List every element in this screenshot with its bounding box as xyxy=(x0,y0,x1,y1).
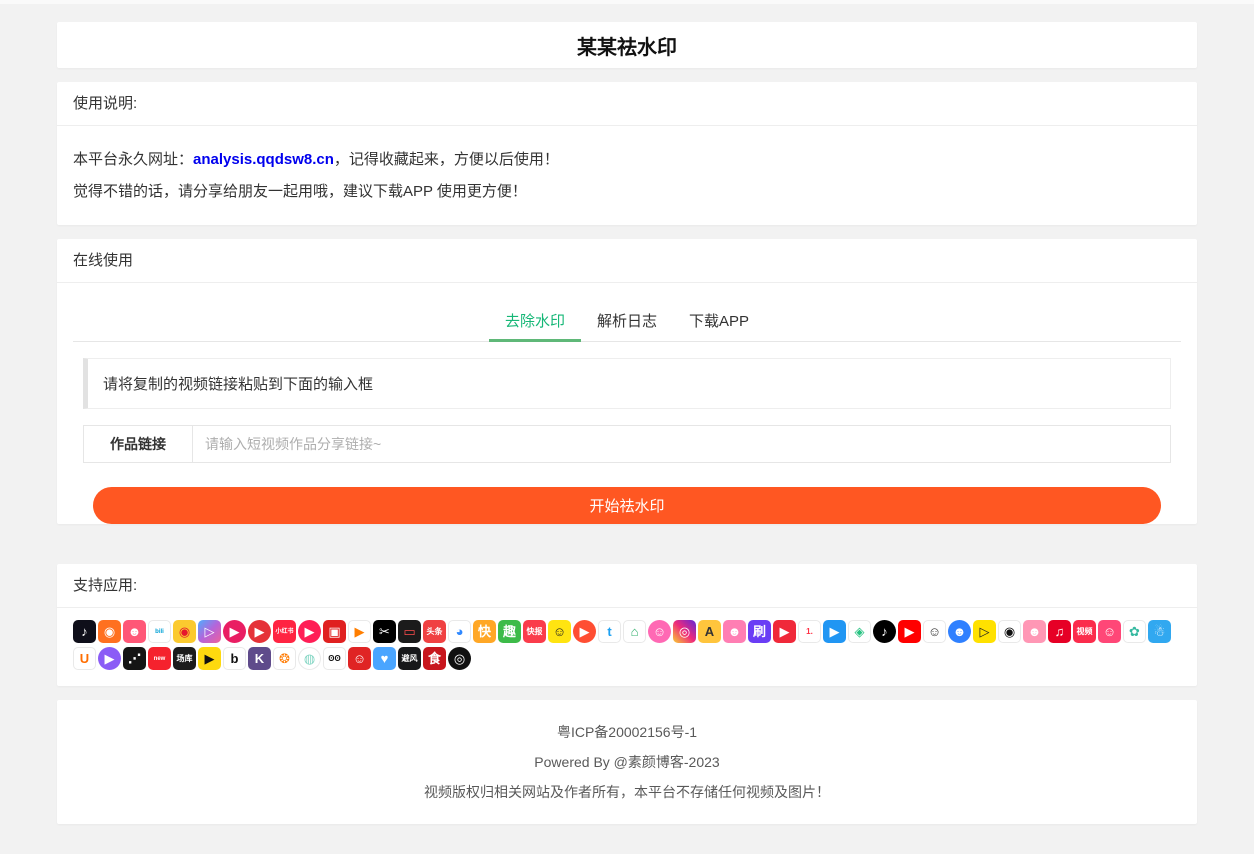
page-container: 某某祛水印 使用说明: 本平台永久网址：analysis.qqdsw8.cn，记… xyxy=(57,4,1197,854)
app-icon-xiaohongshu: 小红书 xyxy=(273,620,296,643)
app-icon-shuabao: 刷 xyxy=(748,620,771,643)
app-icon-meitu: ☺ xyxy=(648,620,671,643)
supported-apps-header: 支持应用: xyxy=(57,564,1197,608)
powered-by: Powered By @素颜博客-2023 xyxy=(73,750,1181,774)
app-icon-heart-app: ♥ xyxy=(373,647,396,670)
app-icon-xigua-video: ▶ xyxy=(573,620,596,643)
copyright-disclaimer: 视频版权归相关网站及作者所有，本平台不存储任何视频及图片！ xyxy=(73,780,1181,804)
app-icon-music-note: ♪ xyxy=(873,620,896,643)
app-icon-capcut: ✂ xyxy=(373,620,396,643)
app-icon-twitter: t xyxy=(598,620,621,643)
app-icon-black-camera: ▭ xyxy=(398,620,421,643)
app-icon-b-app: b xyxy=(223,647,246,670)
icp-record: 粤ICP备20002156号-1 xyxy=(73,720,1181,744)
app-icon-bilibili: bili xyxy=(148,620,171,643)
app-icon-carrot-app: ✿ xyxy=(1123,620,1146,643)
page-title: 某某祛水印 xyxy=(577,31,677,60)
app-icon-green-eye: ◈ xyxy=(848,620,871,643)
app-icon-red-play-circle: ▶ xyxy=(248,620,271,643)
app-icon-shi-app: 食 xyxy=(423,647,446,670)
apps-row2: U▶⋰new场库▶bK❂◍ʘʘ☺♥避风食◎ xyxy=(73,647,1181,670)
app-icon-oo-face: ʘʘ xyxy=(323,647,346,670)
app-icon-pipixia: ☻ xyxy=(123,620,146,643)
app-icon-qutoutiao: 趣 xyxy=(498,620,521,643)
app-icon-red-play: ▶ xyxy=(773,620,796,643)
supported-apps-card: 支持应用: ♪◉☻bili◉▷▶▶小红书▶▣▶✂▭头条◕快趣快报☺▶t⌂☺◎A☻… xyxy=(57,564,1197,686)
paste-hint-quote: 请将复制的视频链接粘贴到下面的输入框 xyxy=(83,358,1171,409)
app-icon-pink-face: ☺ xyxy=(1098,620,1121,643)
tab-remove-watermark[interactable]: 去除水印 xyxy=(489,300,581,341)
app-icon-green-bars: ⌂ xyxy=(623,620,646,643)
app-icon-changku: 场库 xyxy=(173,647,196,670)
app-icon-tencent-news: ◕ xyxy=(448,620,471,643)
app-icon-weishi: ▷ xyxy=(198,620,221,643)
online-use-body: 去除水印 解析日志 下载APP 请将复制的视频链接粘贴到下面的输入框 作品链接 … xyxy=(57,283,1197,524)
app-icon-cow-face: ☺ xyxy=(923,620,946,643)
online-use-card: 在线使用 去除水印 解析日志 下载APP 请将复制的视频链接粘贴到下面的输入框 … xyxy=(57,239,1197,524)
app-icon-laugh-face: ☻ xyxy=(1023,620,1046,643)
app-icon-douyin: ♪ xyxy=(73,620,96,643)
instructions-header: 使用说明: xyxy=(57,82,1197,126)
app-icon-penguin-app: ☃ xyxy=(1148,620,1171,643)
app-icon-kuaikan: 快 xyxy=(473,620,496,643)
app-icon-weibo-video: 视频 xyxy=(1073,620,1096,643)
online-use-header: 在线使用 xyxy=(57,239,1197,283)
video-link-input[interactable] xyxy=(193,425,1171,463)
app-icon-k-app: K xyxy=(248,647,271,670)
app-icon-tv-play: ▶ xyxy=(198,647,221,670)
app-icon-white-play: ▶ xyxy=(348,620,371,643)
supported-apps-body: ♪◉☻bili◉▷▶▶小红书▶▣▶✂▭头条◕快趣快报☺▶t⌂☺◎A☻刷▶1.▶◈… xyxy=(57,608,1197,686)
app-icon-eye-app: ◉ xyxy=(998,620,1021,643)
app-icon-li-video: ▷ xyxy=(973,620,996,643)
app-icon-bifeng: 避风 xyxy=(398,647,421,670)
app-icon-weibo: ◉ xyxy=(173,620,196,643)
instructions-body: 本平台永久网址：analysis.qqdsw8.cn，记得收藏起来，方便以后使用… xyxy=(57,126,1197,225)
app-icon-blue-circle-faces: ☻ xyxy=(948,620,971,643)
app-icon-uc-browser: U xyxy=(73,647,96,670)
instructions-line-2: 觉得不错的话，请分享给朋友一起用哦，建议下载APP 使用更方便！ xyxy=(73,178,1181,205)
link-field-label: 作品链接 xyxy=(83,425,193,463)
tab-parse-log[interactable]: 解析日志 xyxy=(581,300,673,341)
apps-row1: ♪◉☻bili◉▷▶▶小红书▶▣▶✂▭头条◕快趣快报☺▶t⌂☺◎A☻刷▶1.▶◈… xyxy=(73,620,1181,643)
line1-prefix: 本平台永久网址： xyxy=(73,151,193,168)
app-icon-kuaibao: 快报 xyxy=(523,620,546,643)
app-icon-pink-play: ▶ xyxy=(223,620,246,643)
app-icon-yidianzixun: 1. xyxy=(798,620,821,643)
title-card: 某某祛水印 xyxy=(57,22,1197,68)
instructions-card: 使用说明: 本平台永久网址：analysis.qqdsw8.cn，记得收藏起来，… xyxy=(57,82,1197,225)
app-icon-red-camera: ▣ xyxy=(323,620,346,643)
app-icon-netease-news: new xyxy=(148,647,171,670)
footer-card: 粤ICP备20002156号-1 Powered By @素颜博客-2023 视… xyxy=(57,700,1197,824)
permanent-site-link[interactable]: analysis.qqdsw8.cn xyxy=(193,151,334,168)
app-icon-kuaishou: ◉ xyxy=(98,620,121,643)
app-icon-toutiao: 头条 xyxy=(423,620,446,643)
link-form-row: 作品链接 xyxy=(83,425,1171,463)
app-icon-instagram: ◎ xyxy=(673,620,696,643)
app-icon-vue: ⋰ xyxy=(123,647,146,670)
app-icon-netease-music: ♫ xyxy=(1048,620,1071,643)
app-icon-haokan-video: ▶ xyxy=(298,620,321,643)
app-icon-blue-play: ▶ xyxy=(823,620,846,643)
app-icon-gradient-orb: ◍ xyxy=(298,647,321,670)
app-icon-youtube: ▶ xyxy=(898,620,921,643)
app-icon-emoji-face: ☺ xyxy=(548,620,571,643)
app-icon-camera-app: ◎ xyxy=(448,647,471,670)
app-icon-purple-play: ▶ xyxy=(98,647,121,670)
line1-suffix: ，记得收藏起来，方便以后使用！ xyxy=(334,151,559,168)
app-icon-orange-bird: ❂ xyxy=(273,647,296,670)
app-icon-a-app: A xyxy=(698,620,721,643)
app-icon-monkey-app: ☺ xyxy=(348,647,371,670)
tab-download-app[interactable]: 下载APP xyxy=(673,300,765,341)
start-remove-watermark-button[interactable]: 开始祛水印 xyxy=(93,487,1161,524)
app-icon-boy-face: ☻ xyxy=(723,620,746,643)
tab-bar: 去除水印 解析日志 下载APP xyxy=(73,300,1181,342)
instructions-line-1: 本平台永久网址：analysis.qqdsw8.cn，记得收藏起来，方便以后使用… xyxy=(73,146,1181,173)
